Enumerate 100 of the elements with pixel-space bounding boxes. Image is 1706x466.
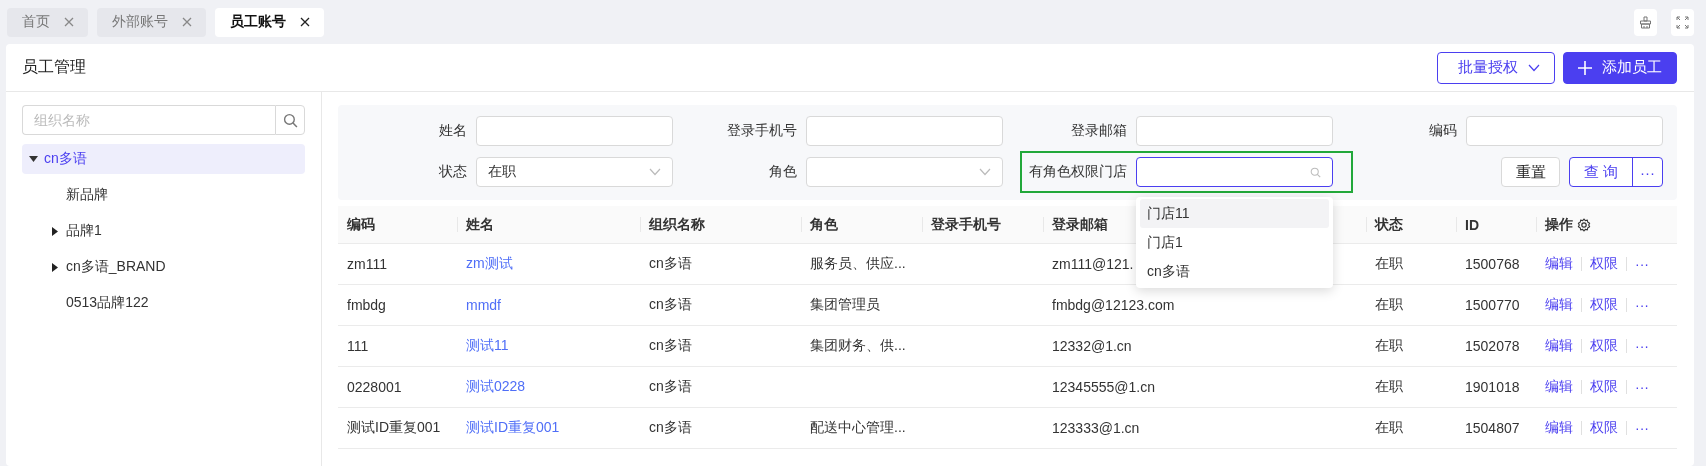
action-link[interactable]: 权限 — [1590, 378, 1618, 396]
more-link[interactable]: ··· — [1635, 379, 1649, 395]
dropdown-option[interactable]: 门店1 — [1140, 228, 1329, 257]
chevron-down-icon — [1528, 63, 1540, 72]
table-cell: cn多语 — [649, 419, 692, 437]
action-link[interactable]: 权限 — [1590, 255, 1618, 273]
field-label: 编码 — [1429, 122, 1457, 140]
field-label: 登录手机号 — [727, 122, 797, 140]
more-link[interactable]: ··· — [1635, 297, 1649, 313]
select-field[interactable] — [806, 157, 1003, 187]
action-link[interactable]: 权限 — [1590, 337, 1618, 355]
brush-button[interactable] — [1634, 8, 1657, 36]
search-button[interactable] — [275, 105, 305, 135]
dropdown-option[interactable]: 门店11 — [1140, 199, 1329, 228]
select-field[interactable]: 在职 — [476, 157, 673, 187]
caret-right-icon[interactable] — [52, 262, 58, 272]
table-cell: fmbdg@12123.com — [1052, 297, 1175, 313]
table-cell: 在职 — [1375, 255, 1403, 273]
table-cell: 在职 — [1375, 419, 1403, 437]
tree-item[interactable]: cn多语 — [22, 144, 305, 174]
table-cell: 1500768 — [1465, 256, 1520, 272]
search-field[interactable] — [1136, 157, 1333, 187]
name-link[interactable]: 测试ID重复001 — [466, 419, 560, 437]
action-link[interactable]: 权限 — [1590, 419, 1618, 437]
table-cell: 配送中心管理... — [810, 419, 906, 437]
action-link[interactable]: 编辑 — [1545, 255, 1573, 273]
tree-item[interactable]: 新品牌 — [22, 180, 305, 210]
input-field[interactable] — [806, 116, 1003, 146]
more-button[interactable]: ··· — [1632, 158, 1662, 186]
table-cell: 集团管理员 — [810, 296, 880, 314]
field-label: 角色 — [769, 163, 797, 181]
name-link[interactable]: 测试0228 — [466, 378, 526, 396]
batch-authorize-button[interactable]: 批量授权 — [1437, 51, 1555, 84]
close-icon[interactable] — [300, 17, 310, 27]
table-cell: cn多语 — [649, 296, 692, 314]
column-header: 状态 — [1375, 215, 1403, 234]
input-field[interactable] — [1466, 116, 1663, 146]
tab[interactable]: 首页 — [7, 7, 88, 37]
input-field[interactable] — [1136, 116, 1333, 146]
table-cell: 1901018 — [1465, 379, 1520, 395]
table-cell: 1504807 — [1465, 420, 1520, 436]
column-header: 编码 — [347, 215, 375, 234]
column-header: 操作 — [1545, 215, 1573, 234]
name-link[interactable]: 测试11 — [466, 337, 509, 355]
fullscreen-icon — [1676, 15, 1689, 29]
more-link[interactable]: ··· — [1635, 338, 1649, 354]
table-cell: 在职 — [1375, 378, 1403, 396]
more-link[interactable]: ··· — [1635, 420, 1649, 436]
table-cell: 12332@1.cn — [1052, 338, 1132, 354]
tab[interactable]: 员工账号 — [215, 7, 324, 37]
table-cell: 在职 — [1375, 296, 1403, 314]
table-cell: 123333@1.cn — [1052, 420, 1140, 436]
tab[interactable]: 外部账号 — [97, 7, 206, 37]
action-link[interactable]: 编辑 — [1545, 337, 1573, 355]
fullscreen-button[interactable] — [1671, 8, 1694, 36]
chevron-down-icon — [979, 168, 991, 176]
table-cell: cn多语 — [649, 337, 692, 355]
input-field[interactable] — [476, 116, 673, 146]
column-header: 姓名 — [466, 215, 494, 234]
settings-icon[interactable] — [1577, 217, 1591, 232]
caret-right-icon[interactable] — [52, 226, 58, 236]
table-cell: cn多语 — [649, 255, 692, 273]
table-cell: 12345555@1.cn — [1052, 379, 1155, 395]
reset-button[interactable]: 重置 — [1501, 157, 1560, 187]
action-link[interactable]: 编辑 — [1545, 296, 1573, 314]
action-link[interactable]: 编辑 — [1545, 378, 1573, 396]
field-label: 状态 — [439, 163, 467, 181]
table-cell: 在职 — [1375, 337, 1403, 355]
caret-down-icon[interactable] — [28, 156, 38, 162]
table-cell: 0228001 — [347, 379, 402, 395]
name-link[interactable]: mmdf — [466, 297, 501, 313]
column-header: 组织名称 — [649, 215, 705, 234]
action-link[interactable]: 权限 — [1590, 296, 1618, 314]
dropdown-option[interactable]: cn多语 — [1140, 257, 1329, 286]
tree-item[interactable]: 品牌1 — [22, 216, 305, 246]
field-label: 有角色权限门店 — [1029, 163, 1127, 181]
column-header: 角色 — [810, 215, 838, 234]
table-cell: zm111 — [347, 256, 387, 272]
column-header: 登录邮箱 — [1052, 215, 1108, 234]
tree-item[interactable]: cn多语_BRAND — [22, 252, 305, 282]
table-cell: 111 — [347, 338, 369, 354]
action-link[interactable]: 编辑 — [1545, 419, 1573, 437]
field-label: 登录邮箱 — [1071, 122, 1127, 140]
table-cell: 集团财务、供... — [810, 337, 906, 355]
column-header: ID — [1465, 216, 1479, 233]
table-cell: 1502078 — [1465, 338, 1520, 354]
brush-icon — [1639, 15, 1652, 29]
add-employee-button[interactable]: 添加员工 — [1563, 51, 1677, 84]
tree-item[interactable]: 0513品牌122 — [22, 288, 305, 318]
search-icon — [1310, 166, 1321, 178]
column-header: 登录手机号 — [931, 215, 1001, 234]
more-link[interactable]: ··· — [1635, 256, 1649, 272]
table-cell: 1500770 — [1465, 297, 1520, 313]
search-icon — [282, 112, 298, 128]
name-link[interactable]: zm测试 — [466, 255, 513, 273]
plus-icon — [1578, 60, 1592, 75]
query-button[interactable]: 查 询 — [1570, 158, 1632, 186]
table-cell: zm111@121. — [1052, 256, 1134, 272]
table-cell: fmbdg — [347, 297, 386, 313]
table-cell: 服务员、供应... — [810, 255, 906, 273]
